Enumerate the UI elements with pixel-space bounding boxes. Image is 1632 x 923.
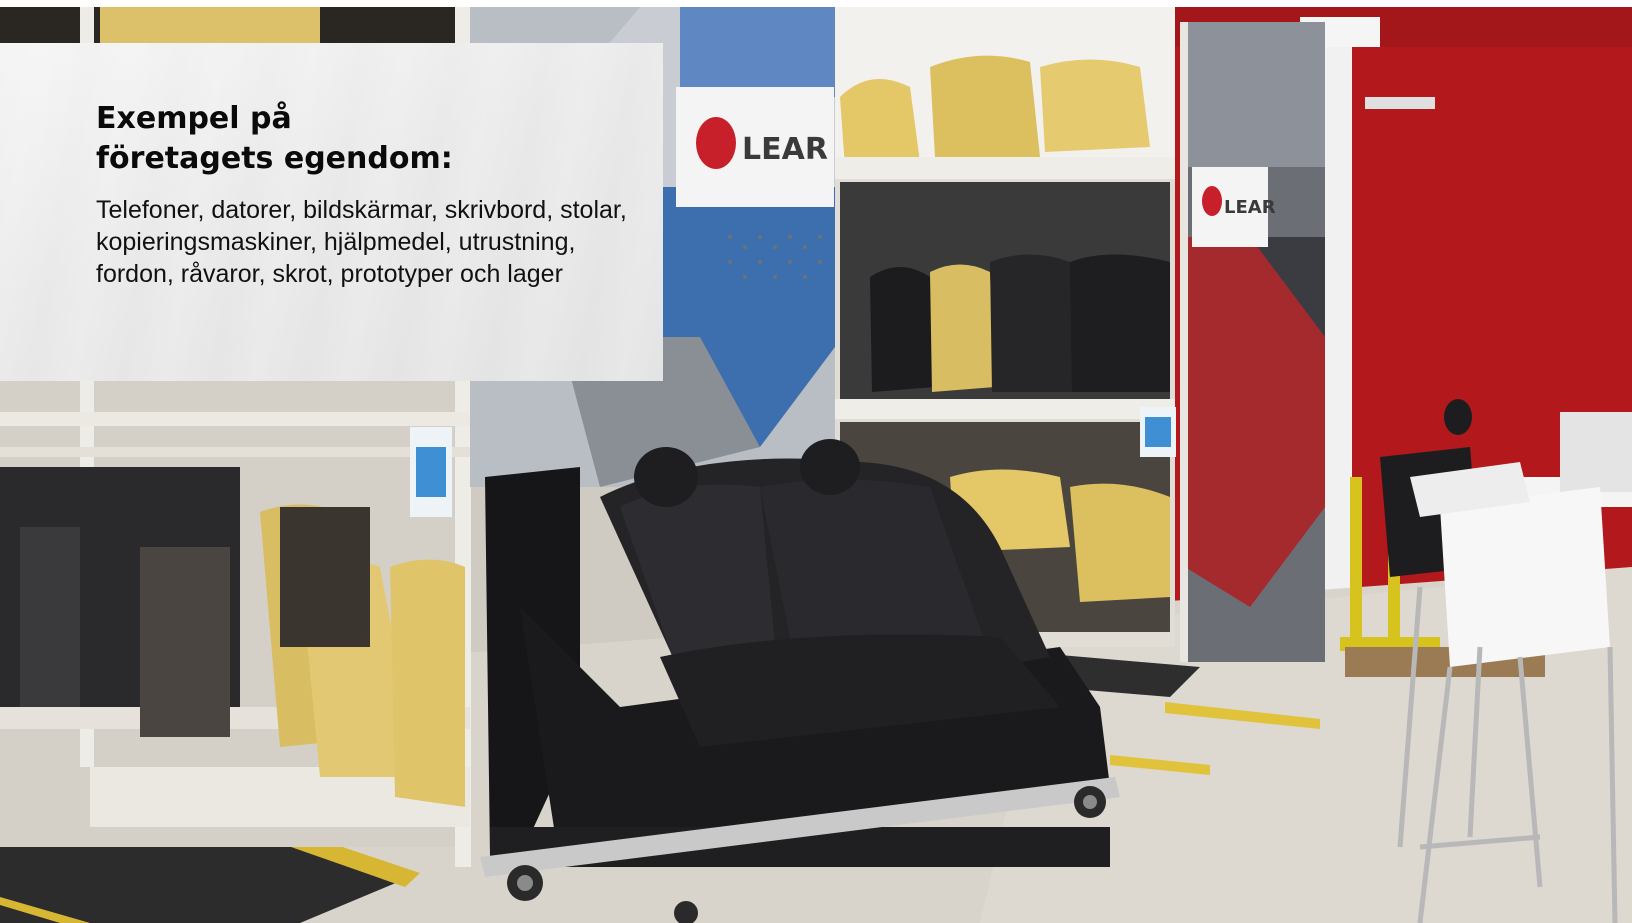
- caption-title: Exempel på företagets egendom:: [96, 101, 453, 176]
- yellow-stand: [1350, 477, 1362, 647]
- lear-sign-text: LEAR: [742, 132, 828, 167]
- lear-sign-right-text: LEAR: [1224, 197, 1276, 218]
- caption-body: Telefoner, datorer, bildskärmar, skrivbo…: [96, 196, 627, 288]
- caption-panel: Exempel på företagets egendom: Telefoner…: [0, 43, 663, 381]
- white-column: [1322, 27, 1352, 637]
